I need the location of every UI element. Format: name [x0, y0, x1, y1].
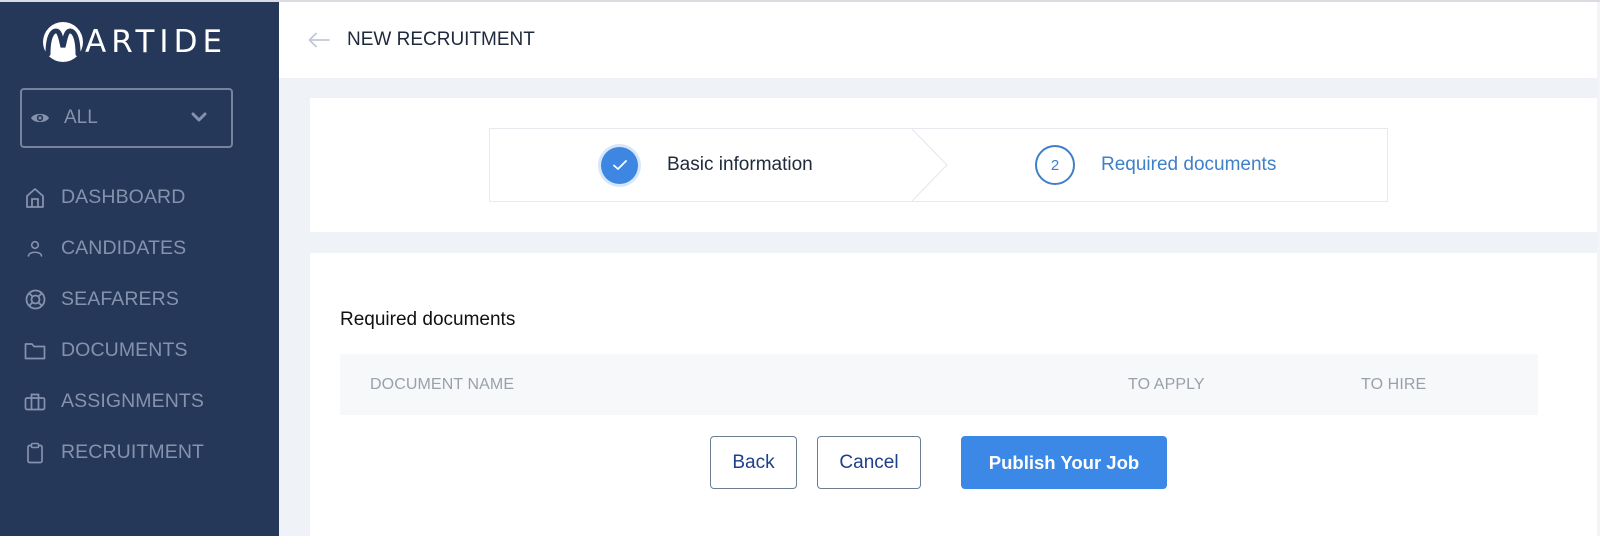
sidebar-item-label: CANDIDATES — [61, 237, 187, 259]
arrow-left-icon[interactable] — [308, 32, 330, 48]
cancel-button[interactable]: Cancel — [817, 436, 921, 489]
sidebar-item-label: SEAFARERS — [61, 288, 179, 310]
sidebar-item-candidates[interactable]: CANDIDATES — [0, 223, 279, 274]
sidebar-item-label: DASHBOARD — [61, 186, 186, 208]
sidebar-item-seafarers[interactable]: SEAFARERS — [0, 274, 279, 325]
sidebar-item-assignments[interactable]: ASSIGNMENTS — [0, 376, 279, 427]
section-title: Required documents — [340, 309, 516, 330]
publish-job-button[interactable]: Publish Your Job — [961, 436, 1167, 489]
step-label: Required documents — [1101, 154, 1277, 175]
sidebar: ARTIDE ALL DASHBOARD CANDIDATES SEAFARER… — [0, 0, 279, 536]
martide-m-logo-icon — [43, 22, 83, 62]
sidebar-item-label: ASSIGNMENTS — [61, 390, 205, 412]
home-icon — [24, 187, 46, 209]
brand-name: ARTIDE — [85, 24, 228, 60]
column-header-to-apply: TO APPLY — [1128, 376, 1205, 393]
step-label: Basic information — [667, 154, 813, 175]
stepper: Basic information 2 Required documents — [489, 128, 1388, 202]
view-filter-select[interactable]: ALL — [20, 88, 233, 148]
required-documents-panel: Required documents DOCUMENT NAME TO APPL… — [310, 253, 1597, 536]
lifebuoy-icon — [24, 289, 46, 311]
page-header: NEW RECRUITMENT — [279, 2, 1600, 78]
eye-icon — [30, 111, 50, 125]
check-icon — [601, 146, 638, 184]
step-required-documents[interactable]: 2 Required documents — [913, 129, 1387, 201]
sidebar-item-label: RECRUITMENT — [61, 441, 205, 463]
column-header-to-hire: TO HIRE — [1361, 376, 1427, 393]
chevron-down-icon — [191, 110, 207, 122]
sidebar-item-label: DOCUMENTS — [61, 339, 188, 361]
folder-icon — [24, 340, 46, 362]
page-title: NEW RECRUITMENT — [347, 29, 535, 50]
clipboard-icon — [24, 442, 46, 464]
back-button[interactable]: Back — [710, 436, 797, 489]
sidebar-item-documents[interactable]: DOCUMENTS — [0, 325, 279, 376]
window-top-border — [0, 0, 1600, 2]
stepper-panel: Basic information 2 Required documents — [310, 98, 1597, 232]
sidebar-item-recruitment[interactable]: RECRUITMENT — [0, 427, 279, 478]
column-header-document-name: DOCUMENT NAME — [370, 376, 515, 393]
brand-logo[interactable]: ARTIDE — [43, 21, 227, 63]
view-filter-value: ALL — [64, 107, 98, 128]
step-number: 2 — [1035, 145, 1075, 185]
sidebar-nav: DASHBOARD CANDIDATES SEAFARERS DOCUMENTS… — [0, 172, 279, 478]
sidebar-item-dashboard[interactable]: DASHBOARD — [0, 172, 279, 223]
briefcase-icon — [24, 391, 46, 413]
step-basic-information[interactable]: Basic information — [490, 129, 913, 201]
user-icon — [24, 238, 46, 260]
documents-table-header: DOCUMENT NAME TO APPLY TO HIRE — [340, 354, 1538, 415]
